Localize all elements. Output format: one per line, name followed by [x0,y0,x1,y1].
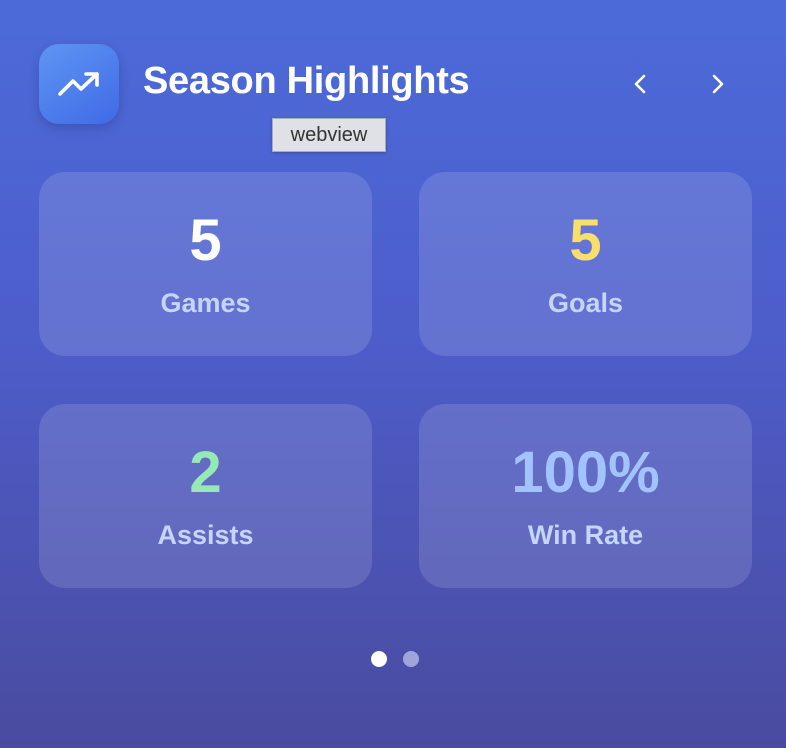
stat-label: Goals [547,288,624,318]
chevron-right-icon [712,74,724,94]
stat-card-assists: 2 Assists [39,404,372,588]
previous-page-button[interactable] [620,64,660,104]
stat-label: Games [160,288,251,318]
page-title: Season Highlights [143,60,470,102]
season-highlights-widget: Season Highlights webview 5 Games 5 Goal… [0,0,786,748]
page-dot-1[interactable] [371,651,387,667]
stat-card-goals: 5 Goals [419,172,752,356]
widget-header: Season Highlights [39,44,751,124]
webview-tooltip: webview [272,118,386,152]
stat-label: Win Rate [527,520,644,550]
stat-card-games: 5 Games [39,172,372,356]
stat-card-win-rate: 100% Win Rate [419,404,752,588]
stat-value: 100% [511,440,660,505]
stat-value: 5 [569,208,602,273]
next-page-button[interactable] [698,64,738,104]
stat-label: Assists [157,520,254,550]
stat-value: 5 [189,208,222,273]
chevron-left-icon [634,74,646,94]
pagination-dots [371,651,419,669]
trending-up-icon [39,44,119,124]
stat-value: 2 [189,440,222,505]
page-dot-2[interactable] [403,651,419,667]
